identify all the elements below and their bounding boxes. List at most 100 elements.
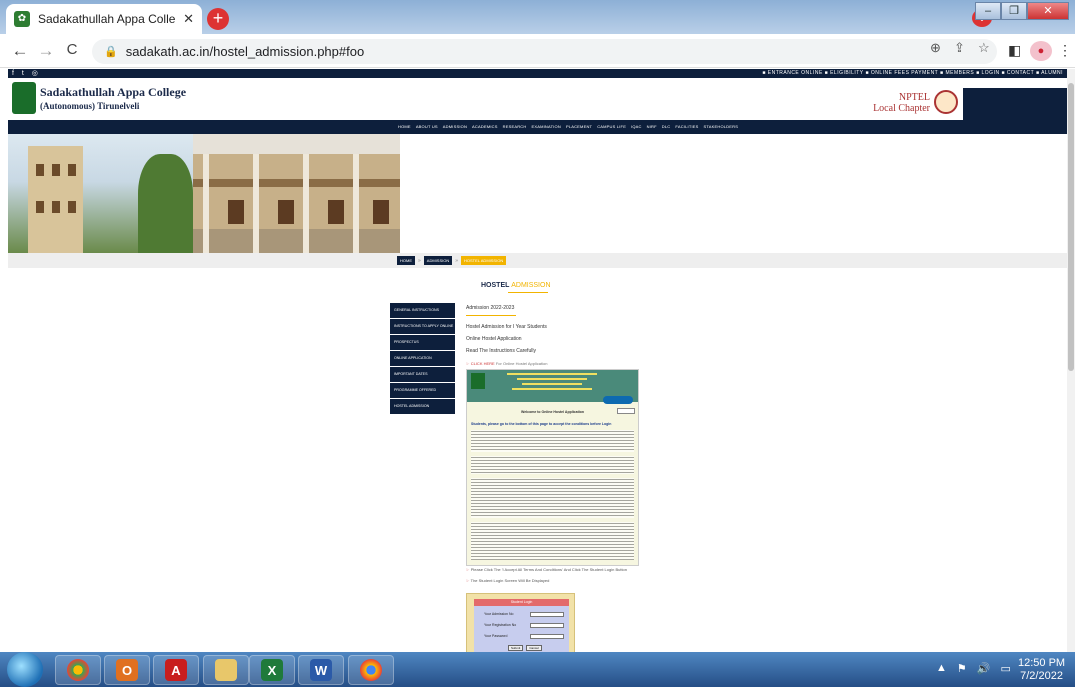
breadcrumb-admission[interactable]: ADMISSION — [423, 256, 453, 265]
main-nav-item[interactable]: NIRF — [647, 124, 657, 129]
scrollbar-thumb[interactable] — [1068, 83, 1074, 371]
note-pointer-icon: ☞ — [466, 567, 470, 572]
minimize-button[interactable]: – — [975, 2, 1001, 20]
main-nav-item[interactable]: CAMPUS LIFE — [597, 124, 626, 129]
click-here-rest[interactable]: For Online Hostel Application — [496, 361, 548, 366]
chrome-icon — [67, 659, 89, 681]
side-menu-item[interactable]: GENERAL INSTRUCTIONS — [390, 303, 455, 318]
nptel-line2: Local Chapter — [873, 103, 930, 114]
college-name[interactable]: Sadakathullah Appa College — [40, 85, 186, 100]
side-menu-item[interactable]: PROSPECTUS — [390, 335, 455, 350]
top-links[interactable]: ■ ENTRANCE ONLINE ■ ELIGIBILITY ■ ONLINE… — [762, 70, 1063, 76]
side-panel-icon[interactable]: ◧ — [1008, 42, 1021, 59]
close-window-button[interactable]: ✕ — [1027, 2, 1069, 20]
forward-icon[interactable]: → — [36, 41, 56, 61]
hero-building — [28, 146, 83, 253]
main-nav-item[interactable]: ABOUT US — [416, 124, 438, 129]
taskbar-clock[interactable]: 12:50 PM 7/2/2022 — [1018, 657, 1065, 683]
app-paragraph — [471, 522, 634, 560]
cancel-button: Cancel — [526, 645, 542, 651]
hero-tree — [138, 154, 193, 253]
taskbar-excel[interactable]: X — [249, 655, 295, 685]
main-nav-item[interactable]: FACILITIES — [675, 124, 698, 129]
side-menu-item[interactable]: PROGRAMME OFFERED — [390, 383, 455, 398]
tab-close-icon[interactable]: ✕ — [183, 11, 194, 27]
folder-icon — [215, 659, 237, 681]
network-icon[interactable]: ▭ — [1000, 662, 1010, 675]
login-buttons: Submit Cancel — [508, 645, 542, 651]
registration-no-input — [530, 623, 564, 628]
taskbar-word[interactable]: W — [298, 655, 344, 685]
tray-expand-icon[interactable]: ▲ — [936, 662, 947, 675]
url-text[interactable]: sadakath.ac.in/hostel_admission.php#foo — [126, 44, 365, 59]
brand-header: Sadakathullah Appa College (Autonomous) … — [8, 78, 1067, 120]
action-center-flag-icon[interactable]: ⚑ — [957, 662, 967, 675]
taskbar-chrome[interactable] — [55, 655, 101, 685]
app-welcome-text: Welcome to Online Hostel Application — [520, 410, 584, 414]
restore-button[interactable]: ❐ — [1001, 2, 1027, 20]
taskbar-outlook[interactable]: O — [104, 655, 150, 685]
page-title-part2: ADMISSION — [511, 282, 551, 289]
app-paragraph — [471, 478, 634, 518]
main-nav-item[interactable]: DLC — [662, 124, 671, 129]
hostel-hero-image — [8, 134, 400, 253]
nptel-line1: NPTEL — [898, 92, 930, 103]
login-screen-text: The Student Login Screen Will Be Display… — [470, 578, 550, 583]
college-logo-icon[interactable] — [12, 82, 36, 114]
login-form: Your Admission No Your Registration No Y… — [474, 606, 569, 652]
application-screenshot: Welcome to Online Hostel Application Stu… — [466, 369, 639, 566]
new-tab-button[interactable]: + — [207, 8, 229, 30]
zoom-icon[interactable]: ⊕ — [930, 40, 941, 56]
breadcrumb-current: HOSTEL ADMISSION — [461, 256, 507, 265]
menu-icon[interactable]: ⋮ — [1058, 42, 1072, 59]
header-dark-panel — [963, 88, 1067, 120]
content-line-1: Hostel Admission for I Year Students — [466, 324, 547, 330]
breadcrumb-home[interactable]: HOME — [397, 256, 415, 265]
tab-sadakathullah[interactable]: ✿ Sadakathullah Appa College, Pal ✕ — [6, 4, 202, 34]
address-bar[interactable]: 🔒 sadakath.ac.in/hostel_admission.php#fo… — [92, 39, 997, 64]
side-menu-item[interactable]: INSTRUCTIONS TO APPLY ONLINE — [390, 319, 455, 334]
side-menu-item[interactable]: IMPORTANT DATES — [390, 367, 455, 382]
main-nav-item[interactable]: STAKEHOLDERS — [704, 124, 739, 129]
lock-icon[interactable]: 🔒 — [104, 45, 118, 58]
volume-icon[interactable]: 🔊 — [977, 662, 991, 675]
start-button-icon[interactable] — [7, 652, 43, 687]
app-header — [467, 370, 638, 392]
password-input — [530, 634, 564, 639]
main-nav-item[interactable]: EXAMINATION — [531, 124, 560, 129]
login-screen-note: ☞ The Student Login Screen Will Be Displ… — [466, 578, 549, 583]
login-field-row: Your Admission No — [474, 612, 569, 619]
taskbar-acrobat[interactable]: A — [153, 655, 199, 685]
back-icon[interactable]: ← — [10, 41, 30, 61]
year-underline — [466, 315, 516, 316]
side-menu-item[interactable]: HOSTEL ADMISSION — [390, 399, 455, 414]
profile-avatar[interactable]: ● — [1030, 41, 1052, 61]
social-links[interactable]: f t ◎ — [12, 69, 41, 77]
login-field-row: Your Registration No — [474, 623, 569, 630]
browser-tab-strip: ✿ Sadakathullah Appa College, Pal ✕ + ⌄ … — [0, 0, 1075, 34]
page-scrollbar[interactable] — [1067, 69, 1075, 652]
login-field-row: Your Password — [474, 634, 569, 641]
taskbar-chrome-alt[interactable] — [348, 655, 394, 685]
breadcrumb-separator: » — [418, 257, 421, 264]
side-menu-item[interactable]: ONLINE APPLICATION — [390, 351, 455, 366]
reload-icon[interactable]: C — [62, 41, 82, 58]
college-subtitle: (Autonomous) Tirunelveli — [40, 101, 140, 111]
click-here-link[interactable]: ☞ CLICK HERE For Online Hostel Applicati… — [466, 361, 547, 366]
click-here-label[interactable]: CLICK HERE — [471, 361, 495, 366]
main-nav-item[interactable]: ADMISSION — [443, 124, 467, 129]
taskbar-explorer[interactable] — [203, 655, 249, 685]
acrobat-icon: A — [165, 659, 187, 681]
share-icon[interactable]: ⇪ — [954, 40, 965, 56]
login-field-label: Your Password — [484, 634, 508, 638]
app-logo-icon — [471, 373, 485, 389]
login-field-label: Your Registration No — [484, 623, 517, 627]
college-favicon-icon: ✿ — [14, 11, 30, 27]
page-title: HOSTEL ADMISSION — [481, 282, 551, 289]
main-nav-item[interactable]: ACADEMICS — [472, 124, 498, 129]
bookmark-star-icon[interactable]: ☆ — [978, 40, 990, 56]
main-nav-item[interactable]: PLACEMENT — [566, 124, 592, 129]
main-nav-item[interactable]: IQAC — [631, 124, 642, 129]
main-nav-item[interactable]: RESEARCH — [503, 124, 527, 129]
main-nav-item[interactable]: HOME — [398, 124, 411, 129]
